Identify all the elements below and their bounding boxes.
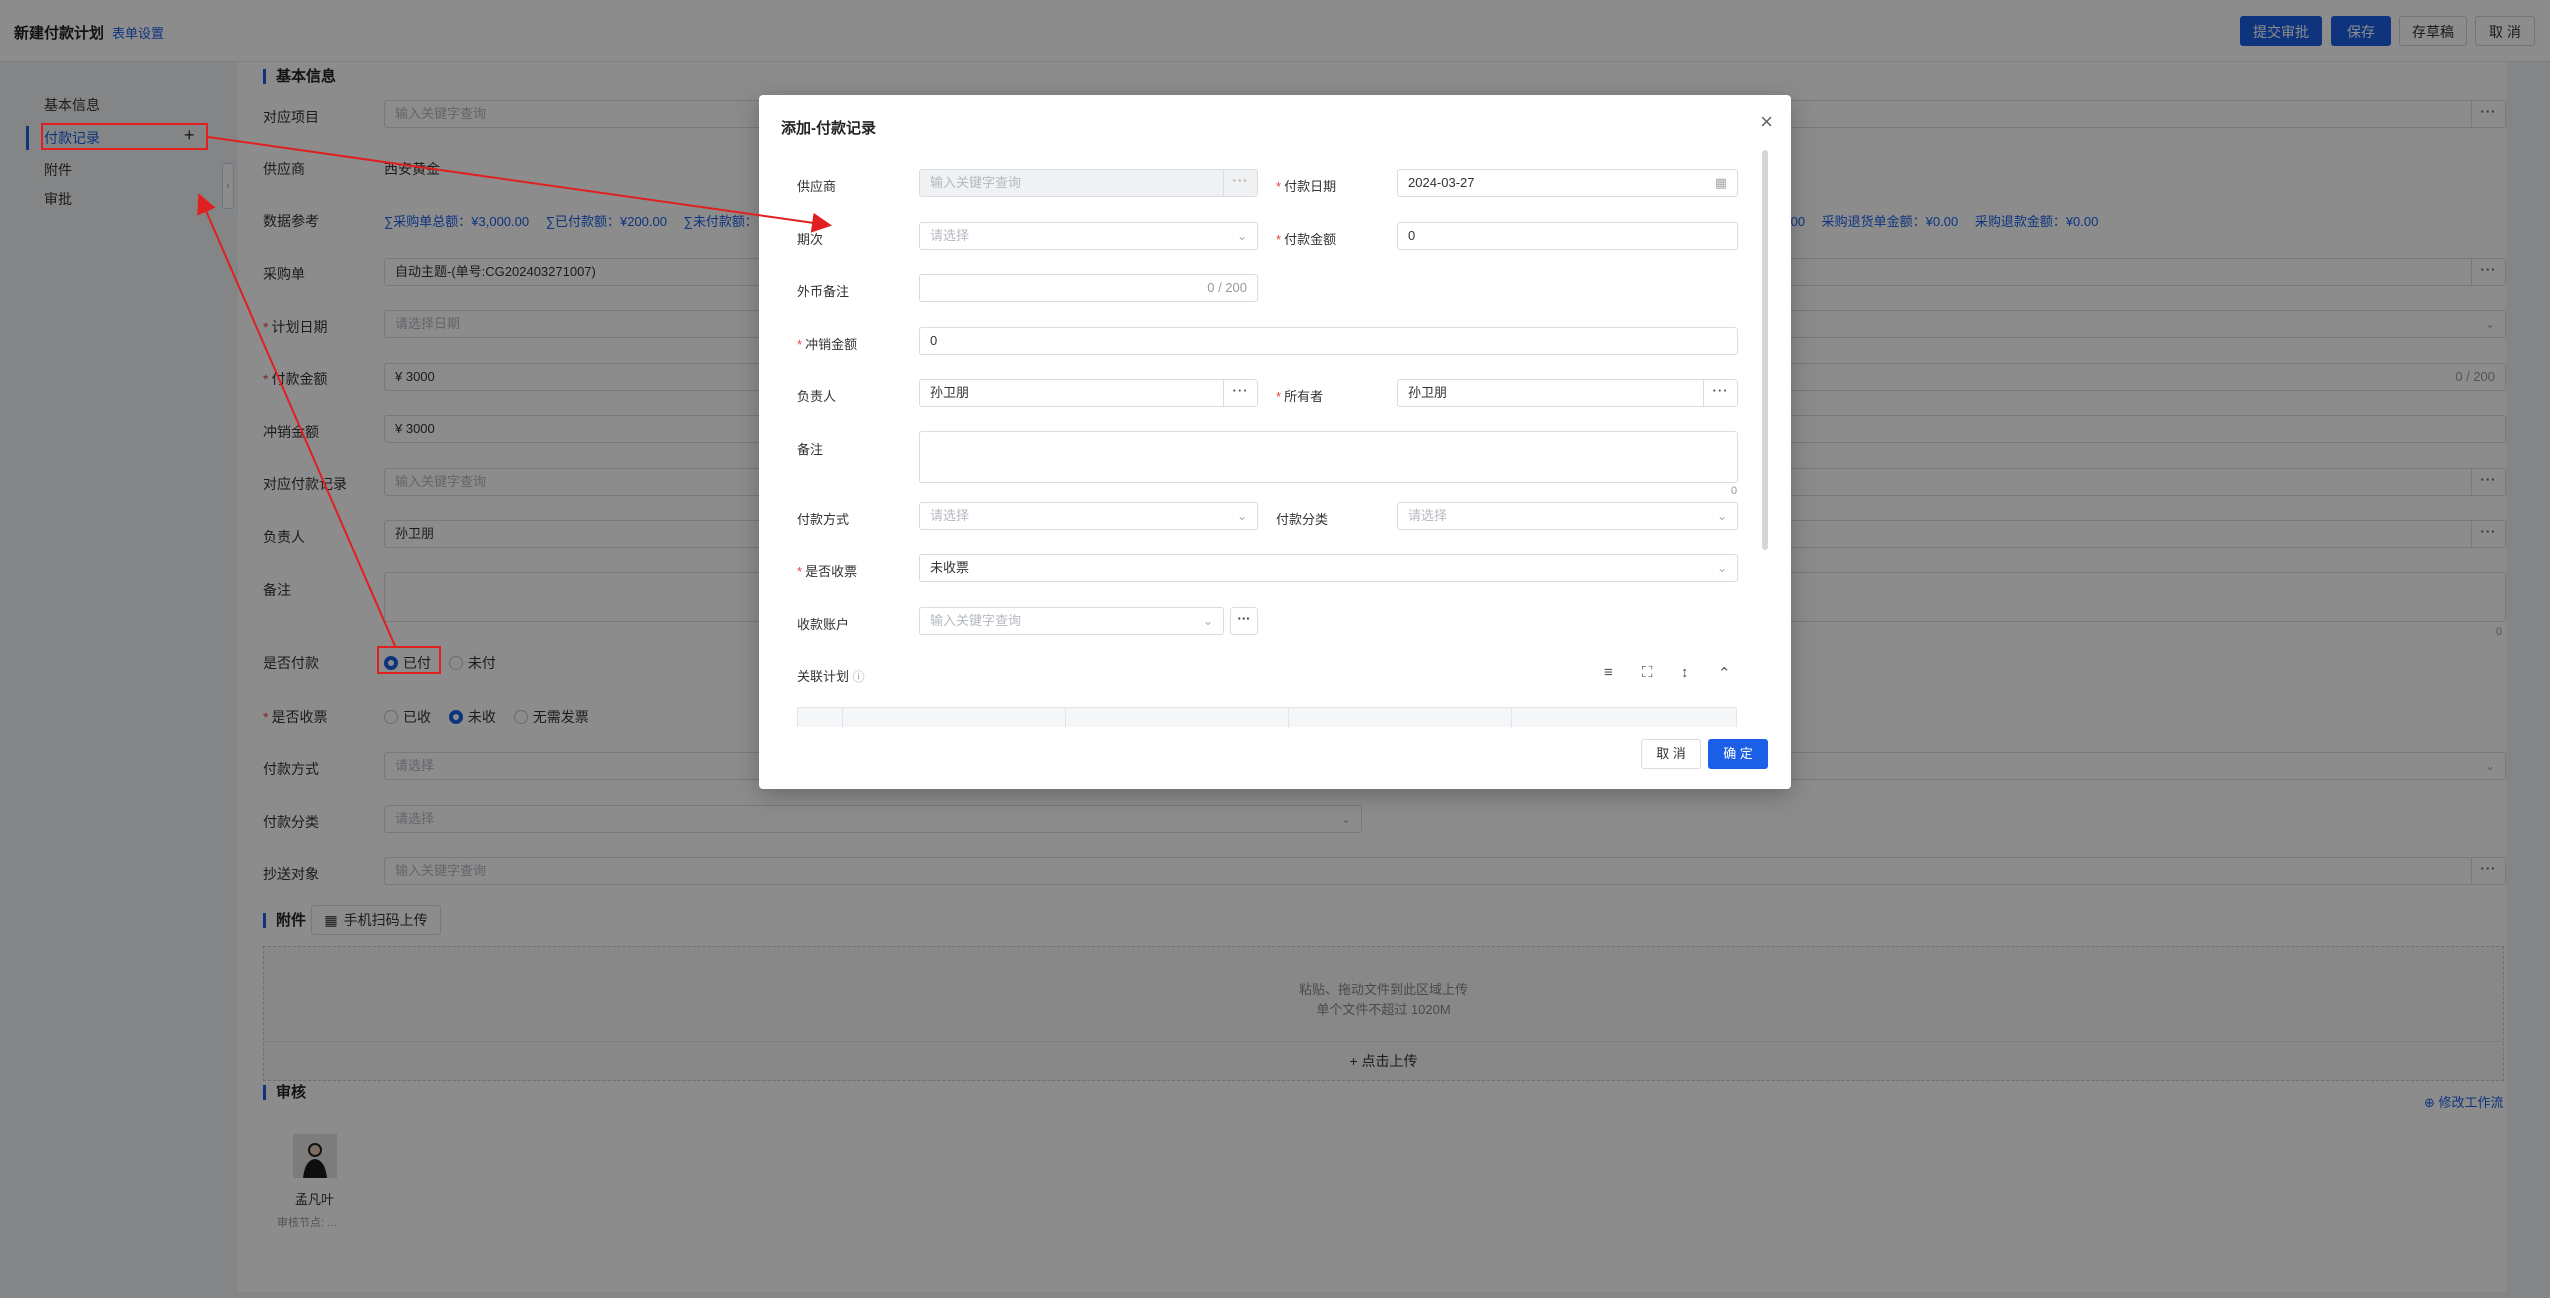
arrow-to-period-field (207, 136, 832, 233)
annotation-arrows (197, 136, 832, 647)
arrow-to-approval-nav (197, 193, 396, 647)
